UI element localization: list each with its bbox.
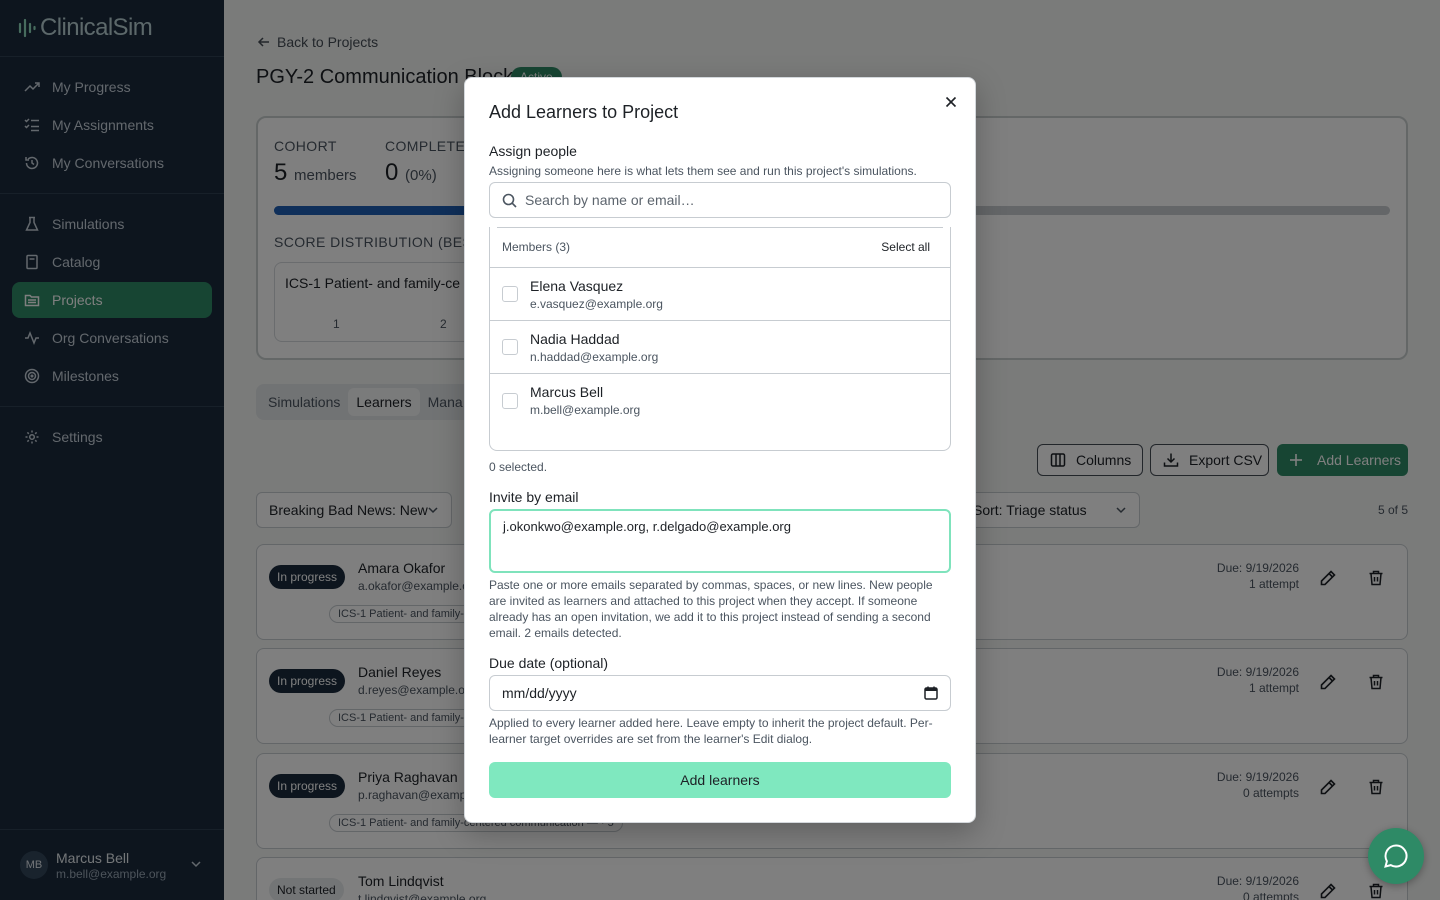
- close-icon[interactable]: [945, 96, 957, 108]
- member-name: Nadia Haddad: [530, 330, 620, 347]
- member-email: m.bell@example.org: [530, 403, 641, 417]
- calendar-icon[interactable]: [924, 686, 938, 700]
- invite-email-textarea[interactable]: j.okonkwo@example.org, r.delgado@example…: [489, 509, 951, 573]
- member-name: Elena Vasquez: [530, 277, 624, 294]
- member-email: n.haddad@example.org: [530, 349, 659, 364]
- member-email: e.vasquez@example.org: [530, 296, 663, 311]
- search-icon: [502, 193, 517, 208]
- add-learners-dialog: Add Learners to Project Assign people As…: [464, 77, 976, 823]
- member-checkbox[interactable]: [502, 339, 518, 355]
- list-item[interactable]: Marcus Bell m.bell@example.org: [490, 374, 950, 427]
- member-checkbox[interactable]: [502, 286, 518, 302]
- selection-count: 0 selected.: [489, 460, 548, 474]
- invite-help: Paste one or more emails separated by co…: [489, 578, 933, 640]
- dialog-title: Add Learners to Project: [489, 102, 679, 122]
- chat-button[interactable]: [1368, 828, 1424, 884]
- members-count: Members (3): [502, 240, 571, 254]
- due-date-input[interactable]: mm/dd/yyyy: [489, 675, 951, 711]
- list-item[interactable]: Nadia Haddad n.haddad@example.org: [490, 321, 950, 374]
- member-checkbox[interactable]: [502, 392, 518, 409]
- select-all-button[interactable]: Select all: [881, 240, 930, 254]
- search-input[interactable]: [525, 192, 925, 208]
- due-date-label: Due date (optional): [489, 655, 609, 671]
- member-name: Marcus Bell: [530, 384, 604, 400]
- assign-people-help: Assigning someone here is what lets them…: [489, 164, 917, 178]
- chat-bubble-icon: [1384, 844, 1408, 868]
- list-item[interactable]: Elena Vasquez e.vasquez@example.org: [490, 268, 950, 321]
- invite-label: Invite by email: [489, 489, 579, 505]
- member-search[interactable]: [489, 182, 951, 218]
- assign-people-label: Assign people: [489, 143, 577, 159]
- member-list-header: Members (3) Select all: [490, 227, 950, 268]
- add-learners-submit-button[interactable]: Add learners: [489, 762, 951, 798]
- due-date-placeholder: mm/dd/yyyy: [502, 685, 577, 701]
- member-list: Members (3) Select all Elena Vasquez e.v…: [489, 227, 951, 451]
- due-date-help: Applied to every learner added here. Lea…: [489, 716, 933, 746]
